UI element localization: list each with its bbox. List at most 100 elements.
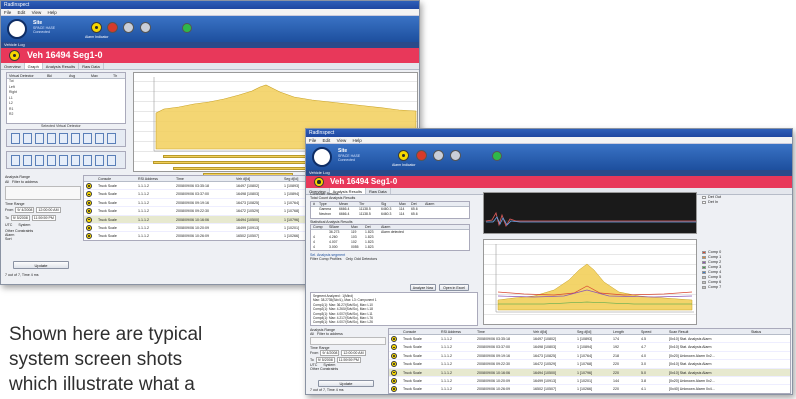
col-console[interactable]: Console — [96, 176, 136, 181]
detector-box[interactable] — [35, 133, 44, 144]
table-cell: [0x10] Stat. Analysis Alarm — [669, 370, 712, 375]
table-cell: Truck Scale — [98, 234, 117, 239]
to-time-input[interactable]: 11:59:59 PM — [336, 357, 361, 363]
vehicle-title: Veh 16494 Seg1-0 — [330, 177, 398, 186]
list-item[interactable]: 4 3.000 0055 1.823 — [311, 245, 469, 250]
detector-box[interactable] — [71, 155, 80, 166]
table-row[interactable]: Truck Scale 1.1.1.2 2008/09/06 09:22:30 164… — [389, 360, 790, 369]
table-row[interactable]: Truck Scale 1.1.1.2 2008/09/06 10:20:09 164… — [389, 377, 790, 386]
detector-box[interactable] — [95, 155, 104, 166]
table-cell — [423, 212, 443, 217]
col-scan-result[interactable]: Scan Result — [667, 329, 749, 334]
radio-filter-address[interactable]: Filter to address — [12, 180, 38, 184]
detector-box[interactable] — [23, 155, 32, 166]
col-seg[interactable]: Seg #[Id] — [575, 329, 611, 334]
tab-graph[interactable]: Graph — [24, 63, 43, 69]
total-col-det: Det — [411, 202, 417, 206]
update-button[interactable]: Update — [13, 261, 69, 269]
table-cell: 1.1.1.2 — [138, 217, 149, 222]
col-length[interactable]: Length — [611, 329, 639, 334]
from-date-input[interactable]: 9/ 4/2008 — [320, 350, 340, 356]
detector-box[interactable] — [11, 155, 20, 166]
table-row[interactable]: Truck Scale 1.1.1.2 2008/09/06 10:16:06 164… — [389, 368, 790, 377]
menu-file[interactable]: File — [4, 10, 11, 15]
table-cell: Truck Scale — [98, 217, 117, 222]
analyze-now-button[interactable]: Analyze Now — [410, 284, 436, 291]
detector-box[interactable] — [47, 133, 56, 144]
radio-filter-address[interactable]: Filter to address — [317, 332, 343, 336]
status-grey-icon-1 — [123, 22, 134, 33]
odd-detectors-checkbox[interactable]: Only Odd Detectors — [346, 257, 378, 261]
col-veh[interactable]: Veh #[Id] — [234, 176, 282, 181]
from-time-input[interactable]: 12:00:00 AM — [341, 350, 366, 356]
col-speed[interactable]: Speed — [639, 329, 667, 334]
open-in-excel-button[interactable]: Open in Excel — [439, 284, 469, 291]
radiation-icon — [391, 386, 397, 393]
waveform-legend: Det Out Det In — [702, 195, 721, 205]
detector-box[interactable] — [23, 133, 32, 144]
menu-view[interactable]: View — [32, 10, 42, 15]
total-col-alarm: Alarm — [425, 202, 435, 206]
col-console[interactable]: Console — [401, 329, 439, 334]
detector-box[interactable] — [47, 155, 56, 166]
detector-waveform-plot[interactable] — [483, 192, 697, 234]
table-row[interactable]: Truck Scale 1.1.1.2 2008/09/06 03:37:00 164… — [389, 343, 790, 352]
stat-col-alarm: Alarm — [381, 225, 391, 229]
detector-box[interactable] — [83, 155, 92, 166]
detector-box[interactable] — [83, 133, 92, 144]
menu-edit[interactable]: Edit — [18, 10, 26, 15]
site-subtitle-2: Connected — [33, 30, 50, 34]
table-cell: 4.7 — [641, 345, 646, 350]
table-cell: 16497 [10802] — [533, 337, 556, 341]
menu-edit[interactable]: Edit — [323, 138, 331, 143]
component-legend: Comp 0 Comp 1 Comp 2 Comp 3 Comp 4 Comp … — [702, 250, 721, 290]
from-time-input[interactable]: 12:00:00 AM — [36, 207, 61, 213]
table-cell: 16502 [10507] — [533, 387, 556, 392]
from-date-input[interactable]: 9/ 4/2008 — [15, 207, 35, 213]
table-row[interactable]: Truck Scale 1.1.1.2 2008/09/06 10:26:09 165… — [389, 385, 790, 393]
table-cell: 4.5 — [641, 337, 646, 341]
detector-box[interactable] — [35, 155, 44, 166]
menu-help[interactable]: Help — [48, 10, 57, 15]
table-cell — [749, 360, 789, 367]
menu-view[interactable]: View — [337, 138, 347, 143]
col-veh[interactable]: Veh #[Id] — [531, 329, 575, 334]
table-cell: Truck Scale — [98, 200, 117, 205]
radiation-icon — [86, 208, 92, 215]
col-time[interactable]: Time — [174, 176, 234, 181]
menu-help[interactable]: Help — [353, 138, 362, 143]
table-row[interactable]: Truck Scale 1.1.1.2 2008/09/06 03:35:18 164… — [389, 335, 790, 344]
tab-raw-data[interactable]: Raw Data — [79, 63, 104, 69]
update-button[interactable]: Update — [318, 380, 374, 387]
detector-box[interactable] — [11, 133, 20, 144]
radio-all[interactable]: All — [310, 332, 314, 336]
detector-box[interactable] — [107, 155, 116, 166]
table-cell: 5.0 — [641, 370, 646, 375]
detector-row-r2[interactable]: R2 — [9, 112, 125, 118]
utc-checkbox[interactable]: UTC — [5, 223, 12, 227]
system-checkbox[interactable]: System — [18, 223, 30, 227]
col-rsi-address[interactable]: RSI Address — [136, 176, 174, 181]
address-inputs[interactable] — [310, 337, 386, 345]
col-time[interactable]: Time — [475, 329, 531, 334]
detector-box[interactable] — [107, 133, 116, 144]
col-status[interactable]: Status — [749, 329, 789, 334]
col-rsi-address[interactable]: RSI Address — [439, 329, 475, 334]
address-inputs[interactable] — [5, 186, 81, 200]
table-row[interactable]: Truck Scale 1.1.1.2 2008/09/06 09:19:16 164… — [389, 352, 790, 361]
detector-box[interactable] — [59, 155, 68, 166]
filter-comp-checkbox[interactable]: Filter Comp Profiles — [310, 257, 342, 261]
to-time-input[interactable]: 11:59:59 PM — [31, 215, 56, 221]
list-item[interactable]: Neutron 6666.4 11138.5 6460.3 114 65.6 — [311, 212, 469, 217]
tab-overview[interactable]: Overview — [1, 63, 25, 69]
tab-analysis-results[interactable]: Analysis Results — [43, 63, 80, 69]
detector-box[interactable] — [71, 133, 80, 144]
detector-box[interactable] — [95, 133, 104, 144]
detector-box[interactable] — [59, 133, 68, 144]
menu-file[interactable]: File — [309, 138, 316, 143]
table-cell: 16472 [10529] — [533, 362, 556, 367]
component-profile-plot[interactable] — [483, 239, 697, 325]
radio-all[interactable]: All — [5, 180, 9, 184]
to-date-input[interactable]: 9/ 5/2008 — [10, 215, 30, 221]
table-cell: 6460.3 — [381, 212, 392, 216]
